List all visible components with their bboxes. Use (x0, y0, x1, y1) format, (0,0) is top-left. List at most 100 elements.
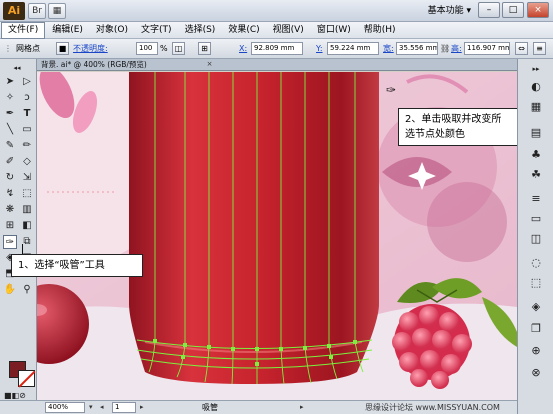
first-page-icon[interactable]: ◂ (100, 402, 104, 413)
grip-icon: ⋮ (4, 44, 12, 53)
callout-step-1-text: 1、选择“吸管”工具 (18, 260, 105, 271)
app-logo: Ai (3, 2, 25, 20)
menu-view[interactable]: 视图(V) (267, 23, 310, 38)
selection-tool-icon[interactable]: ➤ (3, 75, 17, 89)
maximize-button[interactable]: □ (502, 2, 524, 18)
workspace-switcher[interactable]: 基本功能 ▾ (428, 3, 471, 19)
menu-window[interactable]: 窗口(W) (311, 23, 357, 38)
close-tab-icon[interactable]: × (205, 60, 214, 69)
menu-file[interactable]: 文件(F) (1, 21, 46, 39)
callout-step-2-line-2: 选节点处颜色 (405, 129, 465, 140)
link-icon[interactable]: ⛓ (440, 41, 450, 56)
opacity-unit: % (160, 44, 168, 53)
brushes-panel-icon[interactable]: ♣ (527, 147, 545, 163)
opacity-label[interactable]: 不透明度: (73, 41, 108, 56)
warp-tool-icon[interactable]: ↯ (3, 187, 17, 201)
object-type-label: 网格点 (16, 44, 40, 53)
paintbrush-tool-icon[interactable]: ✎ (3, 139, 17, 153)
close-button[interactable]: × (527, 2, 549, 18)
free-transform-tool-icon[interactable]: ⬚ (20, 187, 34, 201)
background-circle (427, 182, 507, 262)
callout-step-2: 2、单击吸取并改变所 选节点处颜色 (398, 108, 526, 146)
x-label: X: (239, 44, 248, 53)
x-input[interactable]: 92.809 mm (251, 42, 303, 55)
appearance-panel-icon[interactable]: ◌ (527, 255, 545, 271)
height-input[interactable]: 116.907 mm (464, 42, 510, 55)
graphic-styles-panel-icon[interactable]: ⬚ (527, 275, 545, 291)
menu-type[interactable]: 文字(T) (135, 23, 178, 38)
tools-panel: ◂◂ ➤ ▷ ✧ ↄ ✒ T ╲ ▭ ✎ ✏ ✐ ◇ ↻ ⇲ ↯ ⬚ ❋ ▥ ⊞… (0, 59, 37, 400)
stroke-panel-icon[interactable]: ≡ (527, 191, 545, 207)
artboards-panel-icon[interactable]: ❐ (527, 321, 545, 337)
menu-effect[interactable]: 效果(C) (222, 23, 265, 38)
stroke-color-swatch[interactable] (18, 370, 35, 387)
swatches-panel-icon[interactable]: ▤ (527, 125, 545, 141)
arrange-documents-button[interactable]: ▦ (48, 3, 66, 19)
rectangle-tool-icon[interactable]: ▭ (20, 123, 34, 137)
symbol-sprayer-tool-icon[interactable]: ❋ (3, 203, 17, 217)
callout-step-1: 1、选择“吸管”工具 (11, 254, 143, 277)
magic-wand-tool-icon[interactable]: ✧ (3, 91, 17, 105)
menu-object[interactable]: 对象(O) (90, 23, 134, 38)
menu-help[interactable]: 帮助(H) (358, 23, 402, 38)
width-label: 宽: (383, 44, 394, 53)
hand-tool-icon[interactable]: ✋ (3, 283, 17, 297)
y-input[interactable]: 59.224 mm (327, 42, 379, 55)
pen-tool-icon[interactable]: ✒ (3, 107, 17, 121)
opacity-input[interactable]: 100 (136, 42, 158, 55)
expand-panels-icon[interactable]: ▸▸ (527, 61, 545, 77)
current-tool-label: 吸管 (202, 403, 218, 412)
color-guide-icon[interactable]: ▦ (527, 99, 545, 115)
layers-panel-icon[interactable]: ◈ (527, 299, 545, 315)
gradient-panel-icon[interactable]: ▭ (527, 211, 545, 227)
minimize-button[interactable]: – (478, 2, 500, 18)
menu-select[interactable]: 选择(S) (179, 23, 222, 38)
control-bar: ⋮ 网格点 ■ 不透明度: 100 % ◫ ⊞ X: 92.809 mm Y: … (0, 39, 553, 59)
line-tool-icon[interactable]: ╲ (3, 123, 17, 137)
zoom-tool-icon[interactable]: ⚲ (20, 283, 34, 297)
reference-point-icon[interactable]: ⊞ (198, 42, 211, 55)
callout-connector (22, 244, 23, 254)
direct-selection-tool-icon[interactable]: ▷ (20, 75, 34, 89)
transparency-panel-icon[interactable]: ◫ (527, 231, 545, 247)
lasso-tool-icon[interactable]: ↄ (20, 91, 34, 105)
page-number-input[interactable]: 1 (112, 402, 136, 413)
column-graph-tool-icon[interactable]: ▥ (20, 203, 34, 217)
menu-edit[interactable]: 编辑(E) (46, 23, 89, 38)
watermark-text: 思缘设计论坛 www.MISSYUAN.COM (365, 403, 500, 412)
callout-step-2-line-1: 2、单击吸取并改变所 (405, 114, 502, 125)
right-dock: ▸▸ ◐ ▦ ▤ ♣ ☘ ≡ ▭ ◫ ◌ ⬚ ◈ ❐ ⊕ ⊗ (517, 59, 553, 414)
eyedropper-tool-icon[interactable]: ✑ (3, 235, 17, 249)
pencil-tool-icon[interactable]: ✏ (20, 139, 34, 153)
status-bar: 400% ▾ ◂ 1 ▸ 吸管 ▸ 思缘设计论坛 www.MISSYUAN.CO… (0, 400, 517, 414)
menu-bar: 文件(F) 编辑(E) 对象(O) 文字(T) 选择(S) 效果(C) 视图(V… (0, 21, 553, 39)
transform-icon[interactable]: ⇔ (515, 42, 528, 55)
bottle-shape (129, 72, 379, 384)
status-menu-icon[interactable]: ▸ (300, 402, 304, 413)
eraser-tool-icon[interactable]: ◇ (20, 155, 34, 169)
width-input[interactable]: 35.556 mm (396, 42, 438, 55)
type-tool-icon[interactable]: T (20, 107, 34, 121)
zoom-level-input[interactable]: 400% (45, 402, 85, 413)
fill-color-icon[interactable]: ■ (56, 42, 69, 55)
height-label: 高: (451, 44, 462, 53)
mesh-tool-icon[interactable]: ⊞ (3, 219, 17, 233)
blob-brush-tool-icon[interactable]: ✐ (3, 155, 17, 169)
color-panel-icon[interactable]: ◐ (527, 79, 545, 95)
gradient-tool-icon[interactable]: ◧ (20, 219, 34, 233)
rotate-tool-icon[interactable]: ↻ (3, 171, 17, 185)
pathfinder-panel-icon[interactable]: ⊗ (527, 365, 545, 381)
collapse-panel-icon[interactable]: ◂◂ (10, 61, 24, 75)
panel-menu-icon[interactable]: ≡ (533, 42, 546, 55)
eyedropper-cursor-icon: ✑ (386, 83, 397, 97)
style-icon[interactable]: ◫ (172, 42, 185, 55)
symbols-panel-icon[interactable]: ☘ (527, 167, 545, 183)
zoom-dropdown-icon[interactable]: ▾ (89, 402, 93, 413)
document-tab[interactable]: 背景. ai* @ 400% (RGB/预览) (41, 59, 147, 71)
align-panel-icon[interactable]: ⊕ (527, 343, 545, 359)
y-label: Y: (316, 44, 323, 53)
next-page-icon[interactable]: ▸ (140, 402, 144, 413)
scale-tool-icon[interactable]: ⇲ (20, 171, 34, 185)
document-tab-bar: 背景. ai* @ 400% (RGB/预览) × (37, 59, 517, 71)
bridge-button[interactable]: Br (28, 3, 46, 19)
